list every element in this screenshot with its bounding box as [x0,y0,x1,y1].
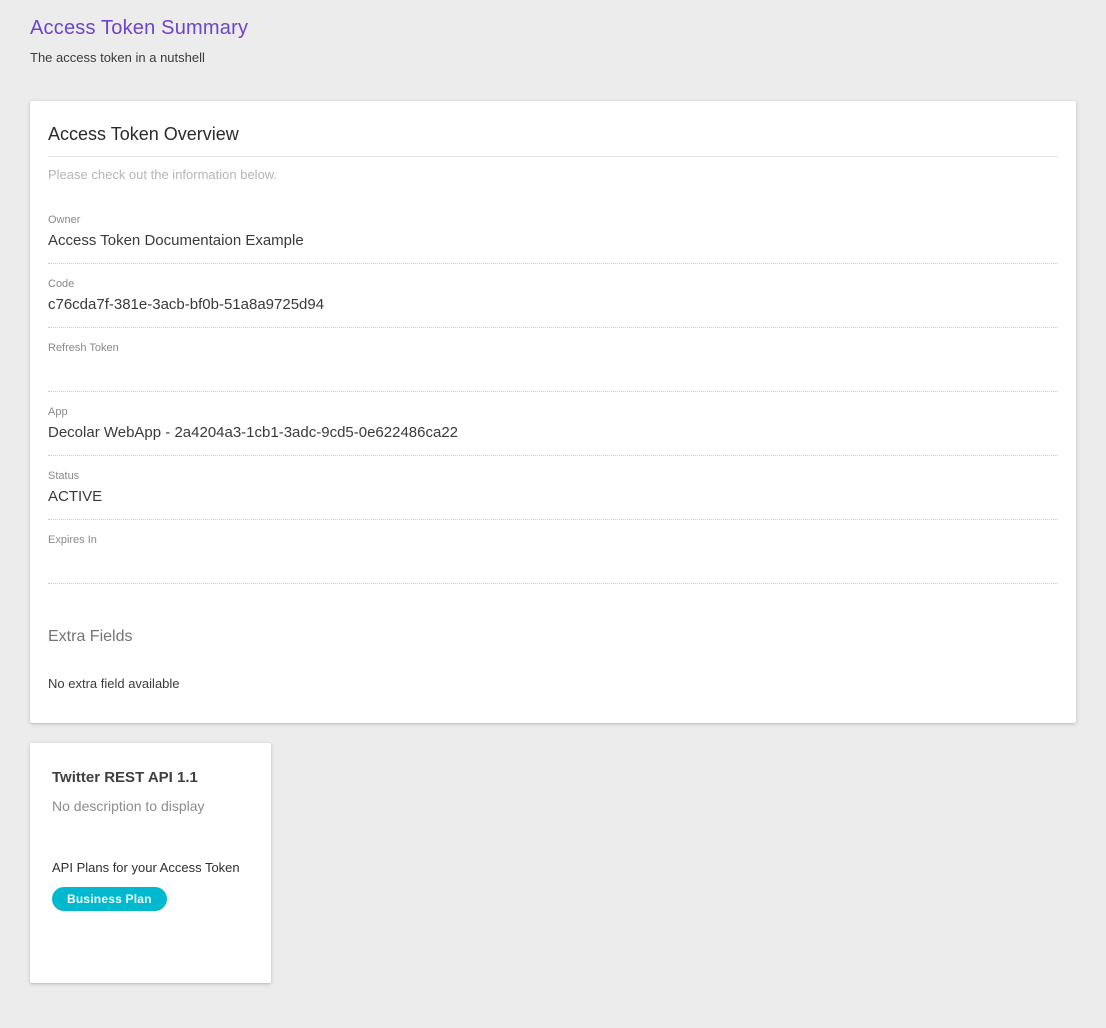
field-label: Owner [48,214,1058,226]
field-row-status: Status ACTIVE [48,456,1058,520]
api-card-title: Twitter REST API 1.1 [52,769,249,786]
field-label: Refresh Token [48,342,1058,354]
field-value: ACTIVE [48,487,1058,507]
field-row-refresh-token: Refresh Token [48,328,1058,392]
field-label: App [48,406,1058,418]
field-row-owner: Owner Access Token Documentaion Example [48,200,1058,264]
page-header: Access Token Summary The access token in… [0,0,1106,65]
plan-badge-business: Business Plan [52,887,167,911]
api-card-twitter-rest: Twitter REST API 1.1 No description to d… [30,743,271,983]
field-value: Access Token Documentaion Example [48,231,1058,251]
field-value [48,359,1058,379]
field-row-code: Code c76cda7f-381e-3acb-bf0b-51a8a9725d9… [48,264,1058,328]
field-value: Decolar WebApp - 2a4204a3-1cb1-3adc-9cd5… [48,423,1058,443]
extra-fields-title: Extra Fields [48,628,1058,646]
overview-card-title: Access Token Overview [48,124,1058,157]
api-plans-label: API Plans for your Access Token [52,860,249,875]
field-row-expires-in: Expires In [48,520,1058,584]
field-row-app: App Decolar WebApp - 2a4204a3-1cb1-3adc-… [48,392,1058,456]
field-label: Status [48,470,1058,482]
page-subtitle: The access token in a nutshell [30,50,1076,65]
extra-fields-empty-message: No extra field available [48,676,1058,691]
field-label: Expires In [48,534,1058,546]
api-card-description: No description to display [52,798,249,814]
overview-card-subtitle: Please check out the information below. [48,167,1058,182]
access-token-overview-card: Access Token Overview Please check out t… [30,101,1076,723]
field-label: Code [48,278,1058,290]
field-value [48,551,1058,571]
field-value: c76cda7f-381e-3acb-bf0b-51a8a9725d94 [48,295,1058,315]
token-fields-list: Owner Access Token Documentaion Example … [48,200,1058,584]
page-title: Access Token Summary [30,17,1076,40]
